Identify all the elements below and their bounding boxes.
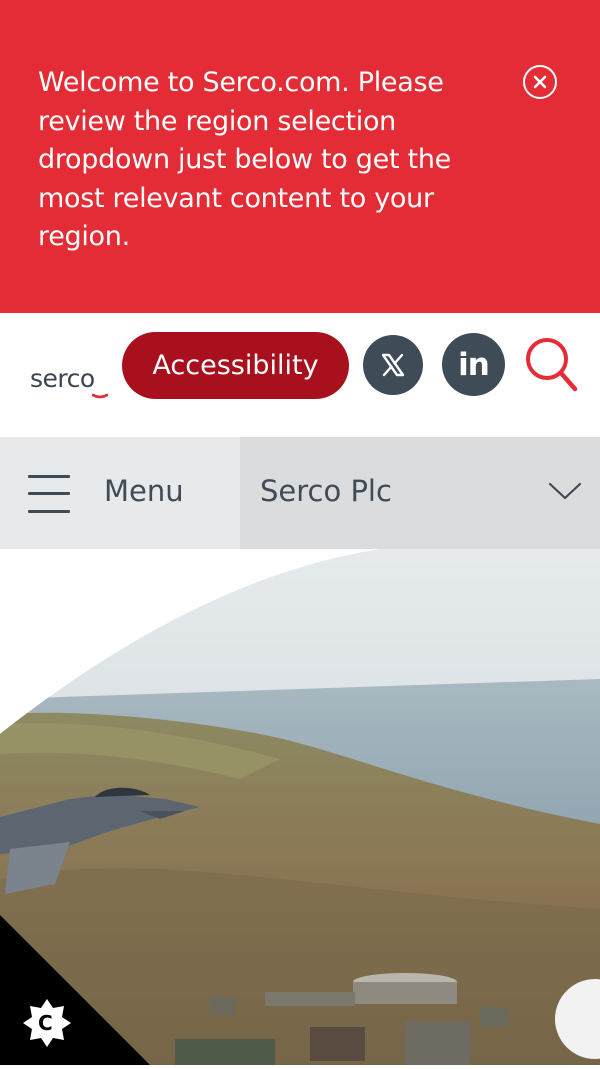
logo-text: serco — [30, 364, 95, 393]
region-notice-banner: Welcome to Serco.com. Please review the … — [0, 0, 600, 313]
cookie-settings-letter: C — [38, 1011, 53, 1035]
serco-logo[interactable]: serco — [30, 364, 108, 404]
cookie-settings-button[interactable]: C — [0, 915, 150, 1065]
x-social-link[interactable] — [363, 335, 423, 395]
cookie-settings-icon — [0, 915, 150, 1065]
search-button[interactable] — [523, 335, 583, 395]
menu-label: Menu — [104, 474, 184, 508]
logo-swoosh-icon — [92, 393, 108, 399]
x-twitter-icon — [381, 353, 405, 377]
navigation-bar: Menu Serco Plc — [0, 437, 600, 549]
search-icon — [526, 338, 578, 392]
menu-button[interactable]: Menu — [0, 437, 240, 549]
linkedin-icon: in — [458, 346, 490, 383]
region-select-dropdown[interactable]: Serco Plc — [240, 437, 600, 549]
hamburger-icon — [28, 475, 70, 513]
close-banner-button[interactable] — [523, 65, 557, 99]
chevron-down-icon — [548, 482, 582, 500]
linkedin-social-link[interactable]: in — [442, 333, 505, 396]
site-header: serco Accessibility in — [0, 313, 600, 437]
close-circle-icon — [533, 75, 547, 89]
accessibility-button[interactable]: Accessibility — [122, 332, 349, 399]
region-selected-value: Serco Plc — [260, 474, 392, 508]
region-notice-message: Welcome to Serco.com. Please review the … — [38, 67, 451, 252]
